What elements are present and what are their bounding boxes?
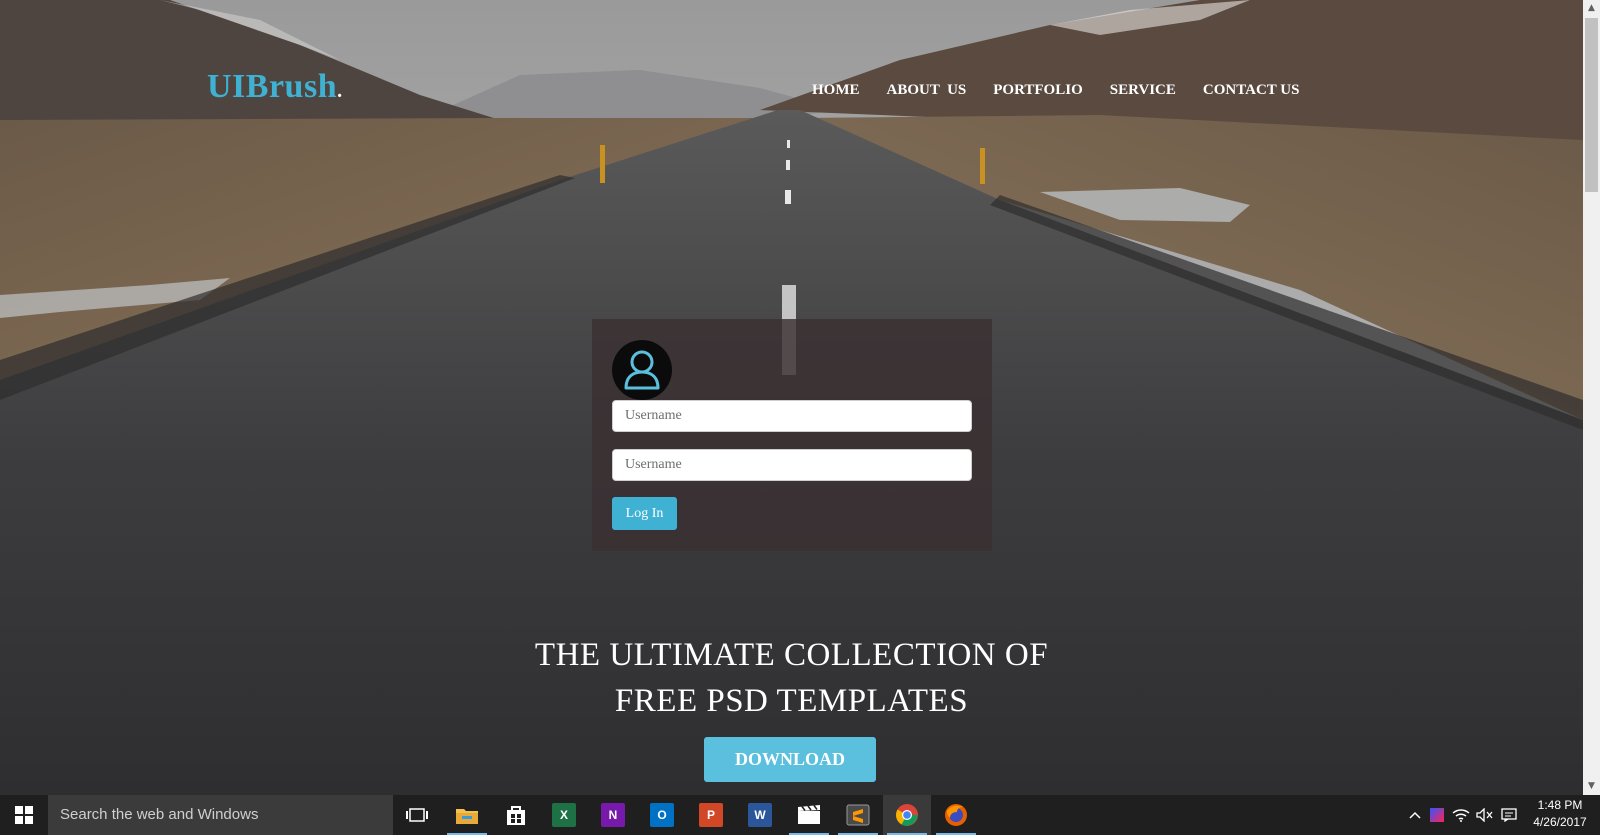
windows-start-button[interactable] <box>0 795 48 835</box>
scroll-down-icon[interactable]: ▼ <box>1583 778 1600 795</box>
user-avatar-icon <box>612 340 672 400</box>
onenote-icon[interactable]: N <box>589 795 637 835</box>
hero-heading-line1: THE ULTIMATE COLLECTION OF <box>534 637 1049 673</box>
username-input[interactable] <box>612 400 972 432</box>
word-icon[interactable]: W <box>736 795 784 835</box>
task-view-icon[interactable] <box>393 795 441 835</box>
excel-icon[interactable]: X <box>540 795 588 835</box>
nav-about-us[interactable]: ABOUT US <box>887 82 967 99</box>
movie-maker-icon[interactable] <box>785 795 833 835</box>
store-icon[interactable] <box>492 795 540 835</box>
system-clock[interactable]: 1:48 PM 4/26/2017 <box>1525 797 1595 831</box>
user-outline-icon <box>624 350 660 390</box>
powerpoint-icon[interactable]: P <box>687 795 735 835</box>
log-in-button[interactable]: Log In <box>612 497 677 530</box>
sublime-text-icon[interactable] <box>834 795 882 835</box>
scroll-thumb[interactable] <box>1585 18 1598 192</box>
firefox-icon[interactable] <box>932 795 980 835</box>
vertical-scrollbar[interactable]: ▲ ▼ <box>1583 0 1600 795</box>
site-logo[interactable]: UIBrush. <box>207 68 343 106</box>
download-button[interactable]: DOWNLOAD <box>704 737 876 782</box>
chrome-icon[interactable] <box>883 795 931 835</box>
logo-text: UIBrush <box>207 68 338 105</box>
app-tray-icon[interactable] <box>1427 795 1447 835</box>
volume-muted-icon[interactable] <box>1474 795 1496 835</box>
show-hidden-icons-chevron-icon[interactable] <box>1405 795 1425 835</box>
logo-dot: . <box>337 80 343 102</box>
outlook-icon[interactable]: O <box>638 795 686 835</box>
action-center-icon[interactable] <box>1498 795 1520 835</box>
nav-service[interactable]: SERVICE <box>1110 82 1176 99</box>
nav-contact-us[interactable]: CONTACT US <box>1203 82 1300 99</box>
nav-home[interactable]: HOME <box>812 82 860 99</box>
clock-time: 1:48 PM <box>1537 798 1583 812</box>
clock-date: 4/26/2017 <box>1533 815 1587 829</box>
main-nav: HOME ABOUT US PORTFOLIO SERVICE CONTACT … <box>812 82 1326 99</box>
taskbar-search-input[interactable]: Search the web and Windows <box>48 795 393 835</box>
login-panel: Log In <box>592 319 992 551</box>
windows-taskbar: Search the web and Windows X N O P W 1:4… <box>0 795 1600 835</box>
hero-heading-line2: FREE PSD TEMPLATES <box>614 683 969 719</box>
wifi-icon[interactable] <box>1450 795 1472 835</box>
password-input[interactable] <box>612 449 972 481</box>
windows-logo-icon <box>15 806 33 824</box>
nav-portfolio[interactable]: PORTFOLIO <box>993 82 1082 99</box>
file-explorer-icon[interactable] <box>443 795 491 835</box>
scroll-up-icon[interactable]: ▲ <box>1583 0 1600 17</box>
